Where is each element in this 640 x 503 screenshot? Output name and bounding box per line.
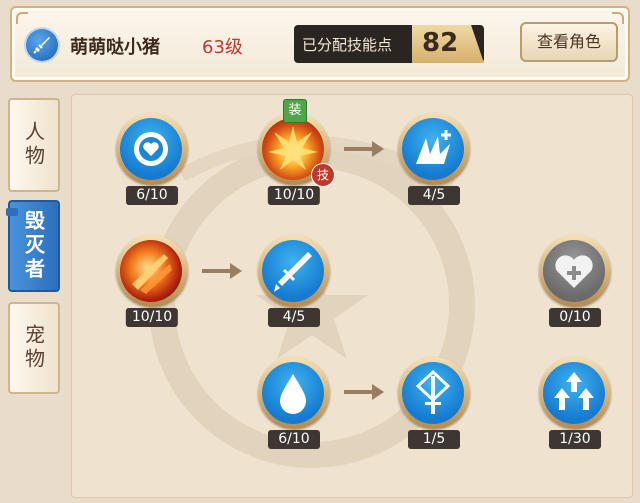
frame-corner xyxy=(16,12,28,24)
sword-icon xyxy=(26,29,58,61)
claw-plus-icon xyxy=(402,118,464,180)
arrows-up-icon xyxy=(543,362,605,424)
skill-sword-shield[interactable]: 1/5 xyxy=(397,357,471,453)
skill-level: 1/30 xyxy=(549,430,601,449)
skill-badge: 技 xyxy=(311,163,335,187)
player-level: 63级 xyxy=(202,37,243,58)
arrow-right-icon xyxy=(344,384,384,400)
skill-points-value: 82 xyxy=(422,28,459,58)
skill-claw-plus[interactable]: 4/5 xyxy=(397,113,471,209)
skill-explosion[interactable]: 装 技 10/10 xyxy=(257,99,335,209)
skill-heart-plus[interactable]: 0/10 xyxy=(538,235,612,331)
skill-level: 1/5 xyxy=(408,430,460,449)
arrow-right-icon xyxy=(202,263,242,279)
skill-water-drop[interactable]: 6/10 xyxy=(257,357,331,453)
heart-icon xyxy=(120,118,182,180)
skill-heart[interactable]: 6/10 xyxy=(115,113,189,209)
skill-level: 6/10 xyxy=(268,430,320,449)
tab-destroyer[interactable]: 毁灭者 xyxy=(6,200,60,292)
skill-level: 10/10 xyxy=(267,186,321,205)
skill-points-box: 已分配技能点 82 xyxy=(294,25,484,63)
skill-flame-slash[interactable]: 10/10 xyxy=(115,235,189,331)
heart-plus-icon xyxy=(543,240,605,302)
skill-tree-panel: 6/10 装 技 10/10 4/5 10/10 4/5 0/10 6/10 1… xyxy=(71,94,633,498)
view-character-button[interactable]: 查看角色 xyxy=(520,22,618,62)
tab-destroyer-label: 毁灭者 xyxy=(21,210,46,282)
skill-arrows-up[interactable]: 1/30 xyxy=(538,357,612,453)
skill-broken-sword[interactable]: 4/5 xyxy=(257,235,331,331)
sword-shield-icon xyxy=(402,362,464,424)
skill-level: 4/5 xyxy=(268,308,320,327)
water-drop-icon xyxy=(262,362,324,424)
equipped-badge: 装 xyxy=(283,99,307,123)
skill-level: 0/10 xyxy=(549,308,601,327)
skill-level: 10/10 xyxy=(125,308,179,327)
arrow-right-icon xyxy=(344,141,384,157)
skill-level: 6/10 xyxy=(126,186,178,205)
skill-level: 4/5 xyxy=(408,186,460,205)
skill-points-label: 已分配技能点 xyxy=(302,36,393,54)
player-name: 萌萌哒小猪 xyxy=(70,37,160,58)
tab-pet[interactable]: 宠物 xyxy=(8,302,60,394)
character-header: 萌萌哒小猪 63级 已分配技能点 82 查看角色 xyxy=(10,6,630,82)
flame-slash-icon xyxy=(120,240,182,302)
tab-character[interactable]: 人物 xyxy=(8,98,60,192)
tab-pin xyxy=(6,208,18,216)
broken-sword-icon xyxy=(262,240,324,302)
